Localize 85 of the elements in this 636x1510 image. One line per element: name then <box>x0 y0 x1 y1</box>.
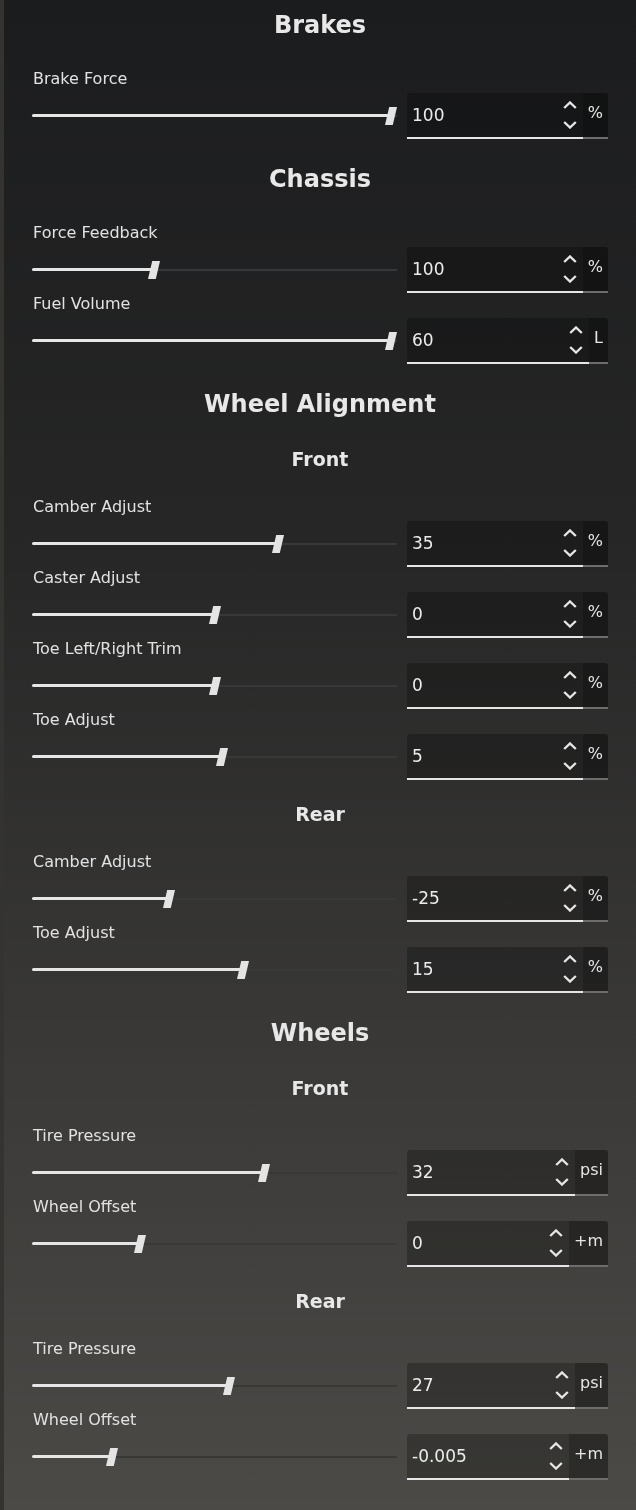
section-heading: Brakes <box>273 10 367 41</box>
subsection-heading: Rear <box>295 1289 345 1314</box>
unit-label: % <box>582 521 608 567</box>
chevron-up-icon <box>562 955 577 963</box>
chevron-up-icon <box>562 671 577 679</box>
chevron-up-icon <box>549 1229 563 1237</box>
setting-label: Camber Adjust <box>32 497 152 517</box>
unit-label: % <box>582 663 608 709</box>
chevron-down-icon <box>562 904 577 912</box>
chevron-down-icon <box>569 346 584 354</box>
setting-label: Toe Adjust <box>32 923 115 943</box>
slider[interactable] <box>32 1377 397 1395</box>
setting-label: Wheel Offset <box>32 1410 137 1430</box>
setting-label: Brake Force <box>32 69 128 89</box>
setting-label: Toe Left/Right Trim <box>32 639 182 659</box>
slider[interactable] <box>32 748 397 766</box>
section-heading: Wheels <box>270 1018 370 1049</box>
slider-thumb[interactable] <box>208 606 221 624</box>
slider[interactable] <box>32 1164 397 1182</box>
unit-label: +m <box>569 1221 608 1267</box>
unit-label: % <box>582 876 608 922</box>
unit-label: L <box>589 318 608 364</box>
unit-label: % <box>582 247 608 293</box>
setting-label: Tire Pressure <box>32 1339 137 1359</box>
subsection-heading: Front <box>291 447 349 472</box>
chevron-down-icon <box>562 549 577 557</box>
chevron-up-icon <box>562 600 577 608</box>
chevron-up-icon <box>555 1158 570 1166</box>
chevron-up-icon <box>562 529 577 537</box>
setting-label: Wheel Offset <box>32 1197 137 1217</box>
chevron-up-icon <box>562 884 577 892</box>
slider-thumb[interactable] <box>222 1377 235 1395</box>
slider[interactable] <box>32 1448 397 1466</box>
slider[interactable] <box>32 890 397 908</box>
section-heading: Chassis <box>269 164 371 195</box>
slider-thumb[interactable] <box>134 1235 147 1253</box>
slider-thumb[interactable] <box>236 961 249 979</box>
slider[interactable] <box>32 535 397 553</box>
chevron-down-icon <box>555 1178 570 1186</box>
setting-label: Camber Adjust <box>32 852 152 872</box>
unit-label: psi <box>575 1363 608 1409</box>
unit-label: +m <box>569 1434 608 1480</box>
setting-label: Tire Pressure <box>32 1126 137 1146</box>
chevron-down-icon <box>562 121 577 129</box>
setting-label: Toe Adjust <box>32 710 115 730</box>
setting-label: Caster Adjust <box>32 568 141 588</box>
slider[interactable] <box>32 332 397 350</box>
setting-label: Fuel Volume <box>32 294 131 314</box>
chevron-down-icon <box>549 1249 563 1257</box>
slider[interactable] <box>32 107 397 125</box>
unit-label: % <box>582 592 608 638</box>
slider-thumb[interactable] <box>148 261 161 279</box>
unit-label: psi <box>575 1150 608 1196</box>
chevron-down-icon <box>562 620 577 628</box>
chevron-up-icon <box>562 742 577 750</box>
setting-label: Force Feedback <box>32 223 158 243</box>
chevron-up-icon <box>555 1371 570 1379</box>
slider-thumb[interactable] <box>162 890 175 908</box>
slider-thumb[interactable] <box>272 535 285 553</box>
unit-label: % <box>582 734 608 780</box>
chevron-up-icon <box>549 1442 563 1450</box>
chevron-up-icon <box>562 255 577 263</box>
slider-thumb[interactable] <box>208 677 221 695</box>
slider-thumb[interactable] <box>385 107 397 125</box>
subsection-heading: Rear <box>295 802 345 827</box>
slider[interactable] <box>32 606 397 624</box>
unit-label: % <box>582 947 608 993</box>
slider[interactable] <box>32 261 397 279</box>
unit-label: % <box>582 93 608 139</box>
section-heading: Wheel Alignment <box>204 389 436 420</box>
slider-thumb[interactable] <box>385 332 397 350</box>
chevron-down-icon <box>555 1391 570 1399</box>
chevron-up-icon <box>562 101 577 109</box>
slider[interactable] <box>32 677 397 695</box>
chevron-down-icon <box>562 762 577 770</box>
chevron-down-icon <box>562 975 577 983</box>
slider[interactable] <box>32 1235 397 1253</box>
subsection-heading: Front <box>291 1076 349 1101</box>
chevron-down-icon <box>549 1462 563 1470</box>
slider-thumb[interactable] <box>215 748 228 766</box>
chevron-down-icon <box>562 691 577 699</box>
chevron-down-icon <box>562 275 577 283</box>
slider-thumb[interactable] <box>257 1164 270 1182</box>
slider-thumb[interactable] <box>106 1448 119 1466</box>
chevron-up-icon <box>569 326 584 334</box>
